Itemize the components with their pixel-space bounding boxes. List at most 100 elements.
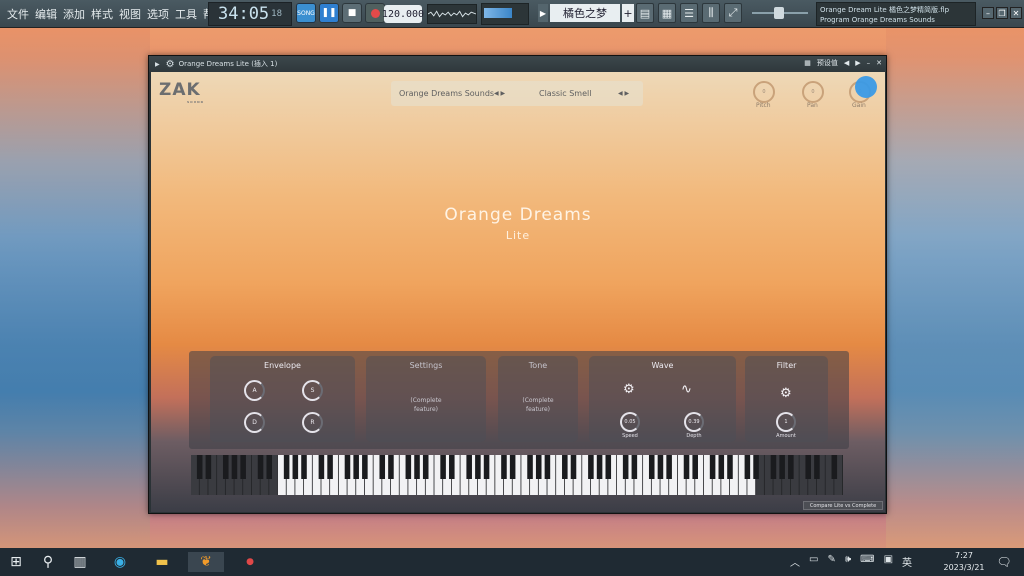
master-volume-slider[interactable] <box>752 7 808 19</box>
preset-prev-icon[interactable]: ◀ <box>844 59 849 67</box>
black-key[interactable] <box>379 455 386 479</box>
decay-knob[interactable]: D <box>244 412 265 433</box>
black-key[interactable] <box>362 455 368 479</box>
menu-add[interactable]: 添加 <box>60 6 88 22</box>
preset-label[interactable]: 预设值 <box>817 58 838 68</box>
black-key[interactable] <box>483 455 490 479</box>
window-minimize-icon[interactable]: – <box>867 59 871 67</box>
gear-icon[interactable]: ⚙ <box>166 59 175 70</box>
black-key[interactable] <box>814 455 820 479</box>
black-key[interactable] <box>231 455 238 479</box>
black-key[interactable] <box>501 455 507 479</box>
black-key[interactable] <box>509 455 516 479</box>
black-key[interactable] <box>779 455 785 479</box>
song-mode-toggle[interactable]: SONG <box>296 3 316 23</box>
black-key[interactable] <box>414 455 420 479</box>
black-key[interactable] <box>770 455 777 479</box>
black-key[interactable] <box>318 455 325 479</box>
speaker-icon[interactable]: 🕪 <box>845 554 851 569</box>
channel-rack-icon[interactable]: ☰ <box>680 3 698 23</box>
black-key[interactable] <box>240 455 246 479</box>
tray-chevron-icon[interactable]: ︿ <box>790 554 800 569</box>
black-key[interactable] <box>527 455 533 479</box>
menu-patterns[interactable]: 样式 <box>88 6 116 22</box>
minimize-icon[interactable]: – <box>982 7 994 19</box>
taskbar-clock[interactable]: 7:27 2023/3/21 <box>940 550 988 574</box>
black-key[interactable] <box>196 455 203 479</box>
black-key[interactable] <box>388 455 394 479</box>
black-key[interactable] <box>570 455 577 479</box>
fl-studio-taskbar-icon[interactable]: ❦ <box>188 552 224 572</box>
notification-icon[interactable]: 🗨 <box>994 552 1014 572</box>
pause-button[interactable]: ❚❚ <box>319 3 339 23</box>
menu-tools[interactable]: 工具 <box>172 6 200 22</box>
black-key[interactable] <box>692 455 698 479</box>
black-key[interactable] <box>353 455 359 479</box>
pitch-knob[interactable]: 0 <box>753 81 775 103</box>
black-key[interactable] <box>562 455 568 479</box>
menu-options[interactable]: 选项 <box>144 6 172 22</box>
black-key[interactable] <box>257 455 264 479</box>
menu-edit[interactable]: 编辑 <box>32 6 60 22</box>
add-pattern-button[interactable]: + <box>622 4 634 22</box>
recorder-taskbar-icon[interactable]: ● <box>240 552 260 572</box>
black-key[interactable] <box>753 455 759 479</box>
menu-arrow-icon[interactable]: ▶ <box>155 61 160 68</box>
restore-icon[interactable]: ❐ <box>996 7 1008 19</box>
ime-indicator[interactable]: 英 <box>902 554 912 569</box>
pattern-prev-button[interactable]: ▶ <box>538 4 548 22</box>
browser-icon[interactable]: ⤢ <box>724 3 742 23</box>
black-key[interactable] <box>596 455 603 479</box>
menu-view[interactable]: 视图 <box>116 6 144 22</box>
menu-file[interactable]: 文件 <box>4 6 32 22</box>
black-key[interactable] <box>657 455 664 479</box>
black-key[interactable] <box>344 455 351 479</box>
black-key[interactable] <box>422 455 429 479</box>
black-key[interactable] <box>405 455 412 479</box>
black-key[interactable] <box>466 455 472 479</box>
black-key[interactable] <box>266 455 273 479</box>
release-knob[interactable]: R <box>302 412 323 433</box>
bank-arrows-icon[interactable]: ◀ ▶ <box>494 90 505 97</box>
piano-keys[interactable] <box>191 455 843 495</box>
black-key[interactable] <box>744 455 751 479</box>
black-key[interactable] <box>788 455 794 479</box>
edge-browser-icon[interactable]: ◉ <box>110 552 130 572</box>
preset-bank-name[interactable]: Orange Dreams Sounds <box>399 89 494 98</box>
playlist-icon[interactable]: ▤ <box>636 3 654 23</box>
black-key[interactable] <box>718 455 725 479</box>
sustain-knob[interactable]: S <box>302 380 323 401</box>
close-icon[interactable]: ✕ <box>1010 7 1022 19</box>
black-key[interactable] <box>709 455 716 479</box>
black-key[interactable] <box>283 455 290 479</box>
search-icon[interactable]: ⚲ <box>38 552 58 572</box>
tempo-display[interactable]: 120.000 <box>382 5 424 23</box>
black-key[interactable] <box>727 455 733 479</box>
black-key[interactable] <box>648 455 655 479</box>
compare-lite-vs-complete-button[interactable]: Compare Lite vs Complete <box>803 501 883 510</box>
black-key[interactable] <box>683 455 690 479</box>
sine-wave-icon[interactable]: ∿ <box>681 382 692 397</box>
pan-knob[interactable]: 0 <box>802 81 824 103</box>
black-key[interactable] <box>622 455 629 479</box>
grid-icon[interactable]: ▦ <box>804 59 811 67</box>
amount-knob[interactable]: 1 <box>776 412 796 432</box>
black-key[interactable] <box>631 455 638 479</box>
windows-start-icon[interactable]: ⊞ <box>6 552 26 572</box>
pattern-name[interactable]: 橘色之梦 <box>550 4 620 22</box>
piano-keyboard[interactable] <box>191 455 843 495</box>
depth-knob[interactable]: 0.39 <box>684 412 704 432</box>
black-key[interactable] <box>440 455 446 479</box>
black-key[interactable] <box>292 455 299 479</box>
task-view-icon[interactable]: ▥ <box>70 552 90 572</box>
file-explorer-icon[interactable]: ▬ <box>152 552 172 572</box>
black-key[interactable] <box>222 455 229 479</box>
piano-roll-icon[interactable]: ▦ <box>658 3 676 23</box>
filter-settings-gear-icon[interactable]: ⚙ <box>780 386 792 401</box>
black-key[interactable] <box>666 455 672 479</box>
black-key[interactable] <box>831 455 838 479</box>
black-key[interactable] <box>205 455 212 479</box>
speed-knob[interactable]: 0.05 <box>620 412 640 432</box>
plugin-window-titlebar[interactable]: ▶ ⚙ Orange Dreams Lite (插入 1) ▦ 预设值 ◀ ▶ … <box>149 56 886 72</box>
pen-icon[interactable]: ✎ <box>827 554 835 569</box>
